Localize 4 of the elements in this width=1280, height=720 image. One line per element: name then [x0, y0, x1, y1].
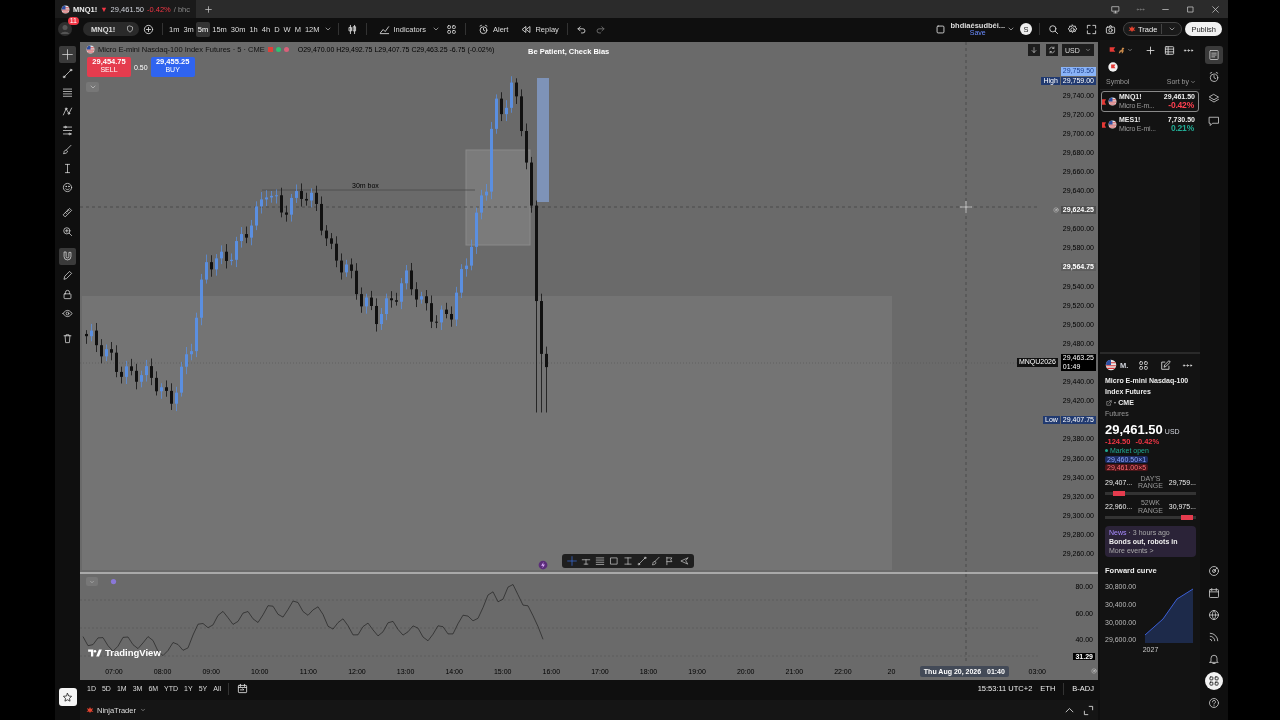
brand-name: TradingView [105, 647, 161, 658]
last-price: 29,461.50 [1105, 421, 1163, 437]
price-change: -0.42% [1168, 100, 1194, 111]
price-change: 0.21% [1170, 123, 1194, 134]
